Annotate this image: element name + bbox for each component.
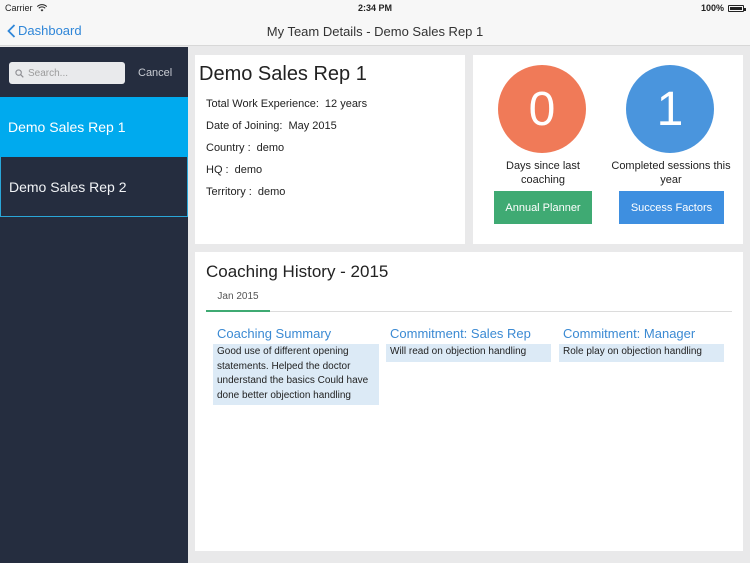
completed-sessions-label: Completed sessions this year	[611, 160, 731, 186]
page-title: My Team Details - Demo Sales Rep 1	[266, 24, 484, 39]
rep-name: Demo Sales Rep 1	[199, 63, 367, 85]
search-icon	[15, 68, 24, 78]
coaching-summary-column: Coaching Summary Good use of different o…	[213, 326, 379, 405]
detail-value: 12 years	[324, 98, 368, 110]
detail-label: Date of Joining:	[206, 120, 283, 132]
stats-card: 0 1 Days since last coaching Completed s…	[473, 55, 743, 244]
detail-work-experience: Total Work Experience: 12 years	[206, 93, 367, 115]
status-bar: Carrier 2:34 PM 100%	[0, 0, 750, 16]
commitment-sales-rep-column: Commitment: Sales Rep Will read on objec…	[386, 326, 551, 362]
battery-icon	[728, 4, 746, 12]
cancel-button[interactable]: Cancel	[138, 67, 172, 79]
column-heading: Commitment: Manager	[563, 326, 696, 341]
coaching-history-card: Coaching History - 2015 Jan 2015 Coachin…	[195, 252, 743, 551]
sidebar: Cancel Demo Sales Rep 1 Demo Sales Rep 2	[0, 47, 188, 563]
battery-indicator: 100%	[700, 3, 746, 13]
column-text: Role play on objection handling	[559, 344, 724, 362]
detail-territory: Territory : demo	[206, 181, 367, 203]
detail-label: HQ :	[206, 164, 229, 176]
rep-details: Total Work Experience: 12 years Date of J…	[206, 93, 367, 203]
search-box[interactable]	[9, 62, 125, 84]
detail-hq: HQ : demo	[206, 159, 367, 181]
detail-country: Country : demo	[206, 137, 367, 159]
detail-value: demo	[256, 142, 285, 154]
clock: 2:34 PM	[357, 3, 392, 13]
days-since-coaching-circle: 0	[498, 65, 586, 153]
sidebar-item-label: Demo Sales Rep 1	[8, 119, 126, 135]
search-row: Cancel	[0, 47, 188, 97]
days-since-coaching-label: Days since last coaching	[506, 160, 580, 186]
search-input[interactable]	[28, 67, 120, 79]
detail-label: Country :	[206, 142, 251, 154]
detail-value: demo	[234, 164, 263, 176]
sidebar-item-demo-sales-rep-2[interactable]: Demo Sales Rep 2	[0, 157, 188, 217]
column-text: Good use of different opening statements…	[213, 344, 379, 405]
detail-value: May 2015	[288, 120, 337, 132]
battery-percent: 100%	[700, 3, 724, 13]
detail-date-of-joining: Date of Joining: May 2015	[206, 115, 367, 137]
month-tabs: Jan 2015	[206, 288, 732, 312]
completed-sessions-circle: 1	[626, 65, 714, 153]
column-heading: Coaching Summary	[217, 326, 332, 341]
commitment-manager-column: Commitment: Manager Role play on objecti…	[559, 326, 724, 362]
annual-planner-button[interactable]: Annual Planner	[494, 191, 592, 224]
detail-value: demo	[257, 186, 286, 198]
detail-label: Total Work Experience:	[206, 98, 319, 110]
coaching-history-title: Coaching History - 2015	[206, 262, 389, 281]
navigation-bar: Dashboard My Team Details - Demo Sales R…	[0, 16, 750, 46]
column-heading: Commitment: Sales Rep	[390, 326, 531, 341]
rep-info-card: Demo Sales Rep 1 Total Work Experience: 1…	[195, 55, 465, 244]
detail-label: Territory :	[206, 186, 252, 198]
column-text: Will read on objection handling	[386, 344, 551, 362]
sidebar-item-label: Demo Sales Rep 2	[9, 178, 127, 195]
success-factors-button[interactable]: Success Factors	[619, 191, 724, 224]
sidebar-item-demo-sales-rep-1[interactable]: Demo Sales Rep 1	[0, 97, 188, 157]
tab-jan-2015[interactable]: Jan 2015	[206, 288, 270, 312]
